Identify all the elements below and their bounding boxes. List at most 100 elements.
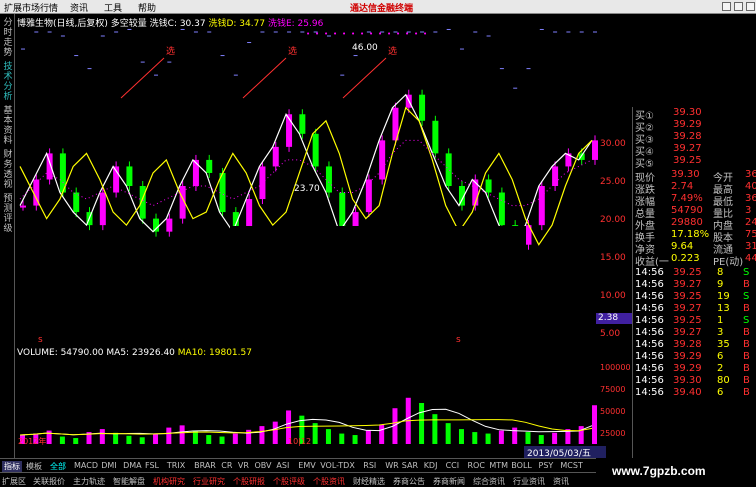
- menu-item-tools[interactable]: 工具: [104, 1, 122, 14]
- tick-price: 39.27: [673, 303, 702, 314]
- bottom-tab[interactable]: 行业资讯: [513, 476, 545, 487]
- bottom-tab[interactable]: 券商新闻: [433, 476, 465, 487]
- indicator-tab[interactable]: OBV: [255, 461, 272, 470]
- nav-tab-financial[interactable]: 财务透视: [2, 150, 14, 190]
- bottom-tab[interactable]: 行业研究: [193, 476, 225, 487]
- stat-row: 现价 39.30 今开 36: [635, 169, 756, 184]
- close-icon[interactable]: [746, 2, 755, 11]
- nav-tab-intraday[interactable]: 分时走势: [2, 18, 14, 58]
- tick-volume: 2: [717, 363, 724, 374]
- stat-value: 29880: [671, 217, 703, 228]
- tick-price: 39.27: [673, 327, 702, 338]
- candle-body: [552, 166, 559, 186]
- indicator-tab[interactable]: BRAR: [194, 461, 216, 470]
- y-tick-label: 30.00: [600, 139, 626, 149]
- nav-tab-rating[interactable]: 预测评级: [2, 194, 14, 234]
- sell-marker: s: [456, 335, 461, 344]
- indicator-tab[interactable]: MCST: [560, 461, 582, 470]
- indicator-tab[interactable]: KDJ: [424, 461, 438, 470]
- tick-volume: 6: [717, 387, 724, 398]
- bid-row: 买③ 39.28: [635, 131, 756, 146]
- bottom-tab[interactable]: 扩展区: [2, 476, 26, 487]
- bottom-tab[interactable]: 智能解盘: [113, 476, 145, 487]
- stat-value: 40: [745, 181, 756, 192]
- indicator-tab[interactable]: MTM: [489, 461, 508, 470]
- tick-direction: B: [743, 303, 750, 314]
- tick-direction: B: [743, 387, 750, 398]
- menu-item-market[interactable]: 扩展市场行情: [4, 1, 58, 14]
- top-marker: •: [324, 30, 328, 38]
- bottom-tab[interactable]: 个股资讯: [313, 476, 345, 487]
- indicator-tab[interactable]: 模板: [26, 461, 42, 472]
- minimize-icon[interactable]: [722, 2, 731, 11]
- volume-chart[interactable]: 100000 75000 50000 25000 2012年 10|12: [16, 358, 632, 446]
- candle-body: [432, 120, 439, 154]
- sell-marker: s: [38, 335, 43, 344]
- y-tick-label: 15.00: [600, 253, 626, 263]
- indicator-tab[interactable]: WR: [385, 461, 398, 470]
- volume-bar: [59, 436, 65, 444]
- kline-chart[interactable]: 选 选 选 46.00 23.70 s s 30.00 25.00 20.00 15.00 10.00…: [16, 28, 632, 344]
- indicator-tab[interactable]: SAR: [402, 461, 418, 470]
- indicator-tab[interactable]: RSI: [363, 461, 376, 470]
- indicator-tab[interactable]: MACD: [74, 461, 98, 470]
- candle-body: [299, 114, 306, 134]
- bid-price: 39.29: [673, 119, 702, 130]
- tick-time: 14:56: [635, 375, 664, 386]
- indicator-tab[interactable]: VR: [238, 461, 249, 470]
- y-tick-label: 20.00: [600, 215, 626, 225]
- nav-tab-technical[interactable]: 技术分析: [2, 62, 14, 102]
- menu-item-help[interactable]: 帮助: [138, 1, 156, 14]
- volume-bar: [498, 430, 504, 444]
- volume-bar: [339, 433, 345, 444]
- indicator-tab[interactable]: DMI: [101, 461, 116, 470]
- tick-row: 14:56 39.25 19 S: [635, 291, 756, 303]
- volume-bar: [166, 427, 172, 444]
- tick-row: 14:56 39.27 3 B: [635, 327, 756, 339]
- maximize-icon[interactable]: [734, 2, 743, 11]
- bottom-tab[interactable]: 财经精选: [353, 476, 385, 487]
- indicator-tab[interactable]: 全部: [50, 461, 66, 472]
- bottom-tab[interactable]: 个股评级: [273, 476, 305, 487]
- indicator-tab[interactable]: EMV: [298, 461, 315, 470]
- volume-bar: [445, 423, 451, 444]
- indicator-tab[interactable]: ROC: [468, 461, 485, 470]
- volume-bar: [379, 424, 385, 444]
- indicator-tab[interactable]: TRIX: [167, 461, 185, 470]
- indicator-tab[interactable]: DMA: [123, 461, 142, 470]
- indicator-tab[interactable]: 指标: [2, 461, 22, 472]
- volume-bar: [352, 435, 358, 444]
- indicator-tab[interactable]: VOL-TDX: [320, 461, 355, 470]
- bottom-tab[interactable]: 券商公告: [393, 476, 425, 487]
- indicator-tab[interactable]: ASI: [276, 461, 289, 470]
- candle-body: [485, 179, 492, 193]
- bottom-tab[interactable]: 综合资讯: [473, 476, 505, 487]
- bottom-tab[interactable]: 个股研报: [233, 476, 265, 487]
- volume-bar: [232, 433, 238, 444]
- bottom-tab[interactable]: 关联报价: [33, 476, 65, 487]
- indicator-tab[interactable]: PSY: [539, 461, 554, 470]
- volume-bar: [552, 432, 558, 444]
- stat-value: 36: [745, 169, 756, 180]
- indicator-tab[interactable]: CR: [221, 461, 232, 470]
- top-marker: •: [306, 30, 310, 38]
- stat-value: 24: [745, 217, 756, 228]
- indicator-tab[interactable]: BOLL: [511, 461, 532, 470]
- tick-direction: S: [743, 315, 750, 326]
- indicator-tab[interactable]: CCI: [446, 461, 460, 470]
- top-marker: •: [387, 30, 391, 38]
- indicator-tab[interactable]: FSL: [145, 461, 159, 470]
- volume-bar: [432, 414, 438, 444]
- volume-bar: [419, 403, 425, 444]
- left-nav: 分时走势 技术分析 基本资料 财务透视 预测评级: [0, 14, 15, 458]
- quote-panel: 买① 39.30 买② 39.29 买③ 39.28 买④ 39.27 买⑤ 39.25 现价 39.…: [632, 107, 756, 458]
- bottom-tab[interactable]: 机构研究: [153, 476, 185, 487]
- volume-bar: [485, 433, 491, 444]
- volume-bar: [512, 427, 518, 444]
- nav-tab-profile[interactable]: 基本资料: [2, 106, 14, 146]
- menu-item-news[interactable]: 资讯: [70, 1, 88, 14]
- bottom-tab[interactable]: 主力轨迹: [73, 476, 105, 487]
- bottom-tab[interactable]: 资讯: [553, 476, 569, 487]
- tick-direction: B: [743, 327, 750, 338]
- top-marker: •: [405, 30, 409, 38]
